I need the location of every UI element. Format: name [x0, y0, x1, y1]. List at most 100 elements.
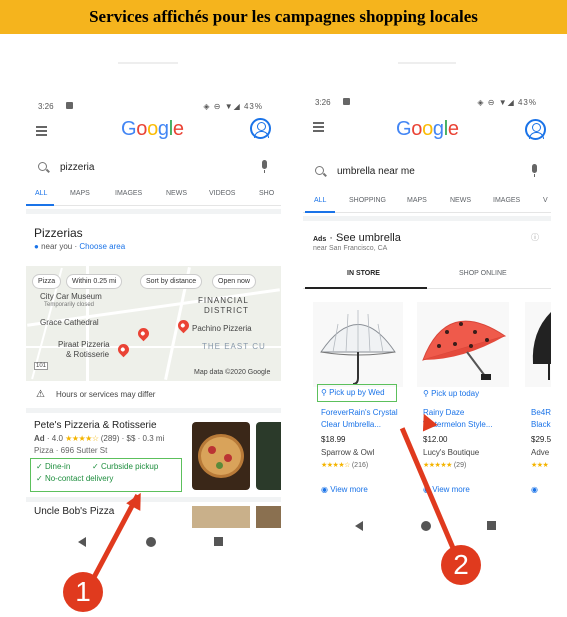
status-icons: ◈ ⊖ ▼◢ 43% [203, 102, 263, 111]
location-line: ● near you · Choose area [34, 242, 126, 251]
tab-news[interactable]: NEWS [166, 190, 187, 197]
google-logo[interactable]: Google [396, 118, 459, 141]
tab-shop-online[interactable]: SHOP ONLINE [459, 270, 507, 277]
product-rating-line: ★★★★☆ (216) [321, 461, 368, 469]
result-title[interactable]: Pete's Pizzeria & Rotisserie [34, 420, 157, 431]
tab-videos[interactable]: V [543, 197, 548, 204]
pizza-photo[interactable] [256, 506, 281, 528]
status-icons: ◈ ⊖ ▼◢ 43% [477, 98, 537, 107]
choose-area-link[interactable]: Choose area [79, 242, 125, 251]
local-map[interactable]: Pizza Within 0.25 mi Sort by distance Op… [26, 266, 281, 381]
mic-icon[interactable] [262, 160, 267, 173]
notice-text: Hours or services may differ [56, 390, 156, 399]
tab-images[interactable]: IMAGES [493, 197, 520, 204]
tab-images[interactable]: IMAGES [115, 190, 142, 197]
product-name[interactable]: ForeverRain's Crystal [321, 408, 398, 417]
product-stars: ★★★★☆ [321, 462, 350, 469]
product-name[interactable]: Clear Umbrella... [321, 420, 381, 429]
product-price: $12.00 [423, 435, 448, 444]
service-delivery: ✓ No-contact delivery [36, 474, 114, 483]
product-image-watermelon-umbrella[interactable] [417, 302, 509, 387]
back-icon[interactable] [78, 537, 86, 547]
product-rating-line: ★★★★★ (29) [423, 461, 466, 469]
product-store: Adve [531, 448, 550, 457]
recents-icon[interactable] [214, 537, 223, 546]
android-nav-bar [303, 516, 551, 536]
service-dine-in: ✓ Dine-in [36, 462, 71, 471]
product-image-clear-umbrella[interactable] [313, 302, 403, 387]
ads-title[interactable]: See umbrella [336, 232, 401, 244]
check-icon: ✓ [92, 462, 99, 471]
map-label: FINANCIAL [198, 296, 249, 305]
store-tab-underline [305, 287, 427, 289]
eye-icon: ◉ [321, 485, 328, 494]
rating-stars: ★★★★☆ [65, 434, 99, 443]
phone-screen-pizzeria: 3:26 ◈ ⊖ ▼◢ 43% Google pizzeria ALL MAPS… [26, 96, 281, 556]
product-image-black-umbrella[interactable] [525, 302, 551, 387]
pizza-photo[interactable] [256, 422, 281, 490]
map-pin-icon[interactable] [135, 325, 152, 342]
account-icon[interactable] [525, 119, 546, 140]
map-label: Piraat Pizzeria [58, 340, 110, 349]
annotation-marker-1: 1 [63, 572, 103, 612]
status-time: 3:26 [38, 102, 54, 111]
near-you-text: near you [41, 242, 73, 251]
tab-all[interactable]: ALL [314, 197, 326, 204]
separator [303, 216, 551, 221]
recents-icon[interactable] [487, 521, 496, 530]
tab-shopping[interactable]: SHO [259, 190, 274, 197]
tab-maps[interactable]: MAPS [407, 197, 427, 204]
product-reviews: (216) [351, 462, 369, 469]
eye-icon[interactable]: ◉ [531, 485, 538, 494]
map-chip-distance[interactable]: Within 0.25 mi [66, 274, 123, 289]
info-icon[interactable]: ⓘ [531, 232, 539, 243]
map-chip-pizza[interactable]: Pizza [32, 274, 62, 289]
tab-news[interactable]: NEWS [450, 197, 471, 204]
check-icon: ✓ [36, 462, 43, 471]
menu-icon[interactable] [313, 122, 324, 134]
product-name[interactable]: Black [531, 420, 551, 429]
store-tabs: IN STORE SHOP ONLINE [303, 263, 551, 289]
price-distance: $$ · 0.3 mi [126, 434, 165, 443]
service-curbside: ✓ Curbside pickup [92, 462, 159, 471]
map-chip-sort[interactable]: Sort by distance [140, 274, 203, 289]
mic-icon[interactable] [532, 164, 537, 177]
back-icon[interactable] [355, 521, 363, 531]
pizza-photo[interactable] [192, 422, 250, 490]
search-bar[interactable]: umbrella near me [309, 162, 545, 184]
tab-underline [26, 204, 54, 206]
product-price: $29.5 [531, 435, 551, 444]
map-chip-open[interactable]: Open now [212, 274, 256, 289]
search-icon [315, 166, 324, 175]
search-query[interactable]: umbrella near me [337, 166, 415, 177]
product-store: Sparrow & Owl [321, 448, 375, 457]
menu-icon[interactable] [36, 126, 47, 138]
pizza-photo[interactable] [192, 506, 250, 528]
ad-badge: Ad [34, 434, 45, 443]
product-reviews: (29) [453, 462, 467, 469]
product-name[interactable]: Be4R [531, 408, 551, 417]
notification-icon [343, 98, 350, 105]
next-result-title[interactable]: Uncle Bob's Pizza [34, 506, 114, 517]
account-icon[interactable] [250, 118, 271, 139]
tab-videos[interactable]: VIDEOS [209, 190, 235, 197]
home-icon[interactable] [146, 537, 156, 547]
tab-shopping[interactable]: SHOPPING [349, 197, 386, 204]
home-icon[interactable] [421, 521, 431, 531]
location-pin-icon: ⚲ [423, 389, 429, 398]
check-icon: ✓ [36, 474, 43, 483]
view-more-link[interactable]: ◉ View more [321, 485, 368, 494]
tab-maps[interactable]: MAPS [70, 190, 90, 197]
ads-location: near San Francisco, CA [313, 245, 388, 252]
google-logo[interactable]: Google [121, 118, 184, 141]
search-query[interactable]: pizzeria [60, 162, 94, 173]
divider [398, 62, 456, 64]
tab-underline [305, 211, 335, 213]
search-bar[interactable]: pizzeria [32, 158, 275, 180]
notification-icon [66, 102, 73, 109]
banner-title: Services affichés pour les campagnes sho… [0, 0, 567, 34]
product-price: $18.99 [321, 435, 346, 444]
map-pin-icon[interactable] [115, 341, 132, 358]
tab-all[interactable]: ALL [35, 190, 47, 197]
tab-in-store[interactable]: IN STORE [347, 270, 380, 277]
